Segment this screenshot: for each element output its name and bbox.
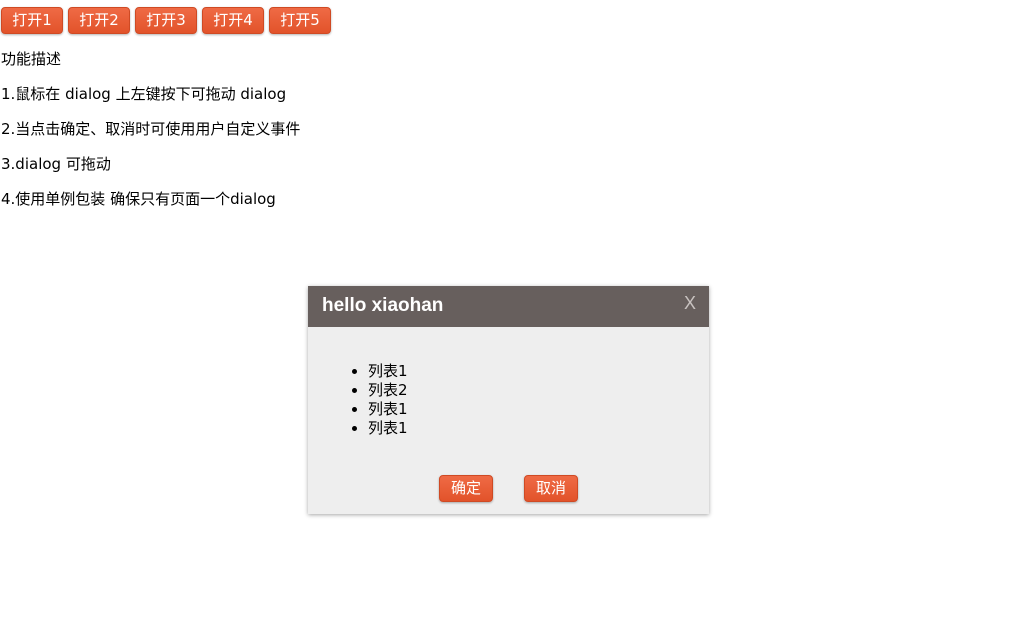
open-3-button[interactable]: 打开3: [135, 7, 197, 34]
dialog-list: 列表1 列表2 列表1 列表1: [368, 362, 408, 438]
confirm-button[interactable]: 确定: [439, 475, 493, 502]
dialog[interactable]: hello xiaohan X 列表1 列表2 列表1 列表1 确定 取消: [308, 286, 709, 514]
open-4-button[interactable]: 打开4: [202, 7, 264, 34]
open-5-button[interactable]: 打开5: [269, 7, 331, 34]
list-item: 列表2: [368, 381, 408, 400]
dialog-title: hello xiaohan: [322, 295, 444, 316]
description-item: 1.鼠标在 dialog 上左键按下可拖动 dialog: [1, 85, 287, 103]
cancel-button[interactable]: 取消: [524, 475, 578, 502]
description-item: 3.dialog 可拖动: [1, 155, 111, 173]
list-item: 列表1: [368, 362, 408, 381]
description-item: 2.当点击确定、取消时可使用用户自定义事件: [1, 120, 301, 138]
description-item: 4.使用单例包装 确保只有页面一个dialog: [1, 190, 276, 208]
toolbar: 打开1 打开2 打开3 打开4 打开5: [1, 7, 331, 34]
feature-description: 功能描述 1.鼠标在 dialog 上左键按下可拖动 dialog 2.当点击确…: [1, 48, 300, 223]
open-2-button[interactable]: 打开2: [68, 7, 130, 34]
open-1-button[interactable]: 打开1: [1, 7, 63, 34]
list-item: 列表1: [368, 400, 408, 419]
close-icon[interactable]: X: [684, 292, 696, 314]
list-item: 列表1: [368, 419, 408, 438]
dialog-header[interactable]: hello xiaohan X: [308, 286, 709, 327]
description-heading: 功能描述: [1, 50, 62, 68]
dialog-footer: 确定 取消: [439, 475, 578, 502]
